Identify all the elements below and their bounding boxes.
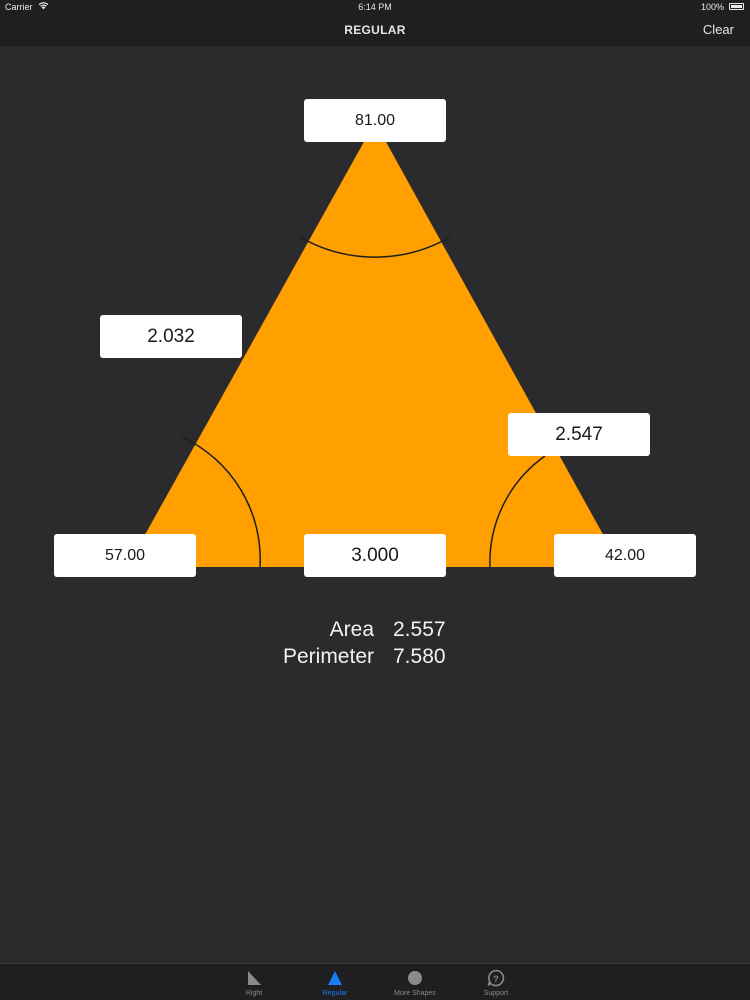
right-triangle-icon — [244, 968, 264, 988]
results-panel: Area 2.557 Perimeter 7.580 — [0, 618, 750, 672]
angle-right-input[interactable]: 42.00 — [554, 534, 696, 577]
screen: Carrier 6:14 PM 100% REGULAR Clear 81.00… — [0, 0, 750, 1000]
triangle-icon — [325, 968, 345, 988]
tab-label: Regular — [322, 990, 348, 997]
tab-label: Right — [245, 990, 263, 997]
area-value: 2.557 — [393, 618, 446, 641]
tab-regular[interactable]: Regular — [295, 964, 375, 1000]
side-right-input[interactable]: 2.547 — [508, 413, 650, 456]
area-row: Area 2.557 — [0, 618, 750, 645]
side-left-input[interactable]: 2.032 — [100, 315, 242, 358]
support-icon: ? — [486, 968, 506, 988]
circle-icon — [405, 968, 425, 988]
tab-label: More Shapes — [394, 990, 436, 997]
tab-more-shapes[interactable]: More Shapes — [375, 964, 455, 1000]
angle-left-input[interactable]: 57.00 — [54, 534, 196, 577]
tab-support[interactable]: ? Support — [456, 964, 536, 1000]
angle-top-input[interactable]: 81.00 — [304, 99, 446, 142]
perimeter-label: Perimeter — [282, 645, 374, 668]
tab-label: Support — [483, 990, 509, 997]
perimeter-value: 7.580 — [393, 645, 446, 668]
area-label: Area — [329, 618, 374, 641]
triangle-diagram — [127, 122, 621, 568]
tab-right[interactable]: Right — [214, 964, 294, 1000]
side-bottom-input[interactable]: 3.000 — [304, 534, 446, 577]
svg-text:?: ? — [493, 974, 499, 984]
tab-bar: Right Regular More Shapes ? Support — [0, 963, 750, 1000]
perimeter-row: Perimeter 7.580 — [0, 645, 750, 672]
